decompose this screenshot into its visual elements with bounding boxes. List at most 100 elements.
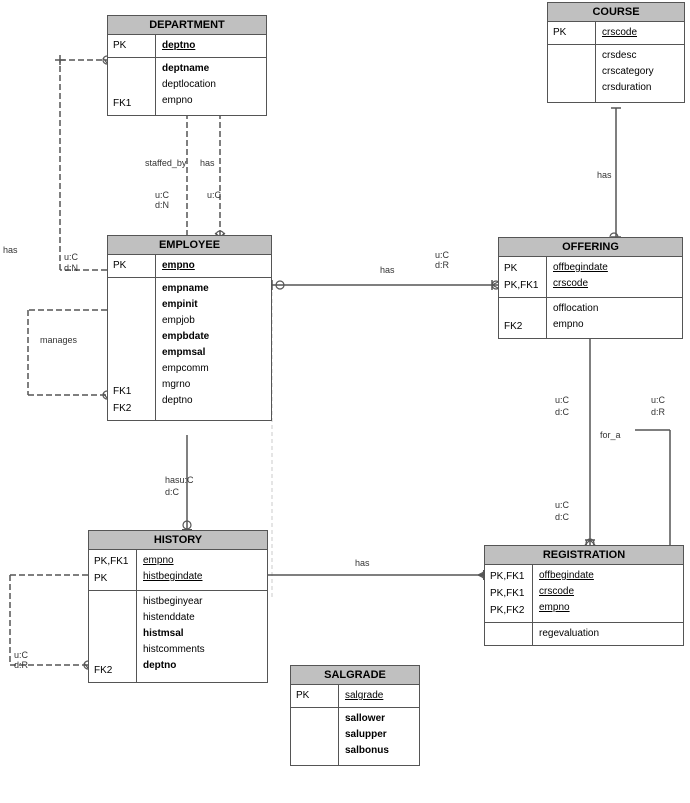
department-pk-attr: deptno bbox=[156, 35, 201, 57]
registration-title: REGISTRATION bbox=[485, 546, 683, 565]
uc-off-conn: u:C bbox=[435, 250, 449, 260]
employee-entity: EMPLOYEE PK empno FK1 FK2 empname empini… bbox=[107, 235, 272, 421]
offering-title: OFFERING bbox=[499, 238, 682, 257]
course-entity: COURSE PK crscode crsdesc crscategory cr… bbox=[547, 2, 685, 103]
salgrade-attrs: sallower salupper salbonus bbox=[339, 708, 395, 765]
reg-fk-labels bbox=[485, 623, 533, 645]
hist-attr-histmsal: histmsal bbox=[143, 626, 205, 642]
reg-attr-offbegindate: offbegindate bbox=[539, 568, 594, 584]
emp-attr-empname: empname bbox=[162, 281, 209, 297]
label-has-dept-emp: has bbox=[200, 158, 215, 168]
emp-attr-empmsal: empmsal bbox=[162, 345, 209, 361]
uc-dn-1: u:C bbox=[155, 190, 169, 200]
emp-attr-deptno: deptno bbox=[162, 393, 209, 409]
off-attr-offbegindate: offbegindate bbox=[553, 260, 608, 276]
sal-attr-salupper: salupper bbox=[345, 727, 389, 743]
hist-attr-histenddate: histenddate bbox=[143, 610, 205, 626]
salgrade-title: SALGRADE bbox=[291, 666, 419, 685]
registration-attrs: regevaluation bbox=[533, 623, 605, 645]
erd-diagram: staffed_by has has manages has has for_a… bbox=[0, 0, 690, 803]
salgrade-entity: SALGRADE PK salgrade sallower salupper s… bbox=[290, 665, 420, 766]
dc-for-1: d:C bbox=[555, 407, 569, 417]
reg-attr-regevaluation: regevaluation bbox=[539, 626, 599, 642]
department-pk-label: PK bbox=[108, 35, 156, 57]
hist-attr-empno: empno bbox=[143, 553, 203, 569]
uc-for-2: u:C bbox=[651, 395, 665, 405]
hist-attr-histcomments: histcomments bbox=[143, 642, 205, 658]
emp-pk-attr: empno bbox=[156, 255, 201, 277]
course-attr-crsduration: crsduration bbox=[602, 80, 654, 96]
sal-fk-labels bbox=[291, 708, 339, 765]
reg-attr-crscode: crscode bbox=[539, 584, 594, 600]
course-pk-attr: crscode bbox=[596, 22, 643, 44]
emp-fk-labels: FK1 FK2 bbox=[108, 278, 156, 420]
hist-pk-labels: PK,FK1 PK bbox=[89, 550, 137, 590]
dept-fk2-label bbox=[113, 78, 150, 95]
dr-off-conn: d:R bbox=[435, 260, 449, 270]
label-staffed-by: staffed_by bbox=[145, 158, 186, 168]
label-for-a: for_a bbox=[600, 430, 621, 440]
label-hasu: hasu:C bbox=[165, 475, 194, 485]
sal-pk-label: PK bbox=[291, 685, 339, 707]
off-attr-empno: empno bbox=[553, 317, 598, 333]
emp-attr-empbdate: empbdate bbox=[162, 329, 209, 345]
label-has-emp-off: has bbox=[380, 265, 395, 275]
history-attrs: histbeginyear histenddate histmsal histc… bbox=[137, 591, 211, 682]
course-attr-crscategory: crscategory bbox=[602, 64, 654, 80]
uc-dn-2: d:N bbox=[155, 200, 169, 210]
reg-pk-attrs: offbegindate crscode empno bbox=[533, 565, 600, 622]
label-has-left: has bbox=[3, 245, 18, 255]
label-has-hist-reg: has bbox=[355, 558, 370, 568]
reg-pk-labels: PK,FK1 PK,FK1 PK,FK2 bbox=[485, 565, 533, 622]
dept-fk3-label: FK1 bbox=[113, 95, 150, 112]
emp-attr-empcomm: empcomm bbox=[162, 361, 209, 377]
off-pk-attrs: offbegindate crscode bbox=[547, 257, 614, 297]
label-hasd: d:C bbox=[165, 487, 179, 497]
department-entity: DEPARTMENT PK deptno FK1 deptname deptlo… bbox=[107, 15, 267, 116]
hist-attr-histbegindate: histbegindate bbox=[143, 569, 203, 585]
dept-attr-deptname: deptname bbox=[162, 61, 216, 77]
reg-attr-empno: empno bbox=[539, 600, 594, 616]
department-attrs: deptname deptlocation empno bbox=[156, 58, 222, 115]
label-has-course-off: has bbox=[597, 170, 612, 180]
hist-fk-labels: FK2 bbox=[89, 591, 137, 682]
uc-off-1: u:C bbox=[207, 190, 221, 200]
dept-attr-empno: empno bbox=[162, 93, 216, 109]
dept-attr-deptlocation: deptlocation bbox=[162, 77, 216, 93]
course-attrs: crsdesc crscategory crsduration bbox=[596, 45, 660, 102]
uc-hist-left: u:C bbox=[14, 650, 28, 660]
label-manages: manages bbox=[40, 335, 77, 345]
sal-pk-attr: salgrade bbox=[339, 685, 389, 707]
department-fk-labels: FK1 bbox=[108, 58, 156, 115]
off-pk-labels: PK PK,FK1 bbox=[499, 257, 547, 297]
dr-for-2: d:R bbox=[651, 407, 665, 417]
employee-attrs: empname empinit empjob empbdate empmsal … bbox=[156, 278, 215, 420]
course-attr-crsdesc: crsdesc bbox=[602, 48, 654, 64]
course-pk-label: PK bbox=[548, 22, 596, 44]
dn-emp-1: d:N bbox=[64, 263, 78, 273]
off-attr-crscode: crscode bbox=[553, 276, 608, 292]
employee-title: EMPLOYEE bbox=[108, 236, 271, 255]
off-attr-offlocation: offlocation bbox=[553, 301, 598, 317]
hist-pk-attrs: empno histbegindate bbox=[137, 550, 209, 590]
hist-attr-deptno: deptno bbox=[143, 658, 205, 674]
offering-entity: OFFERING PK PK,FK1 offbegindate crscode … bbox=[498, 237, 683, 339]
dc-reg-1: d:C bbox=[555, 512, 569, 522]
history-title: HISTORY bbox=[89, 531, 267, 550]
registration-entity: REGISTRATION PK,FK1 PK,FK1 PK,FK2 offbeg… bbox=[484, 545, 684, 646]
uc-reg-1: u:C bbox=[555, 500, 569, 510]
offering-attrs: offlocation empno bbox=[547, 298, 604, 338]
history-entity: HISTORY PK,FK1 PK empno histbegindate FK… bbox=[88, 530, 268, 683]
emp-attr-mgrno: mgrno bbox=[162, 377, 209, 393]
sal-attr-sallower: sallower bbox=[345, 711, 389, 727]
uc-for-1: u:C bbox=[555, 395, 569, 405]
uc-emp-1: u:C bbox=[64, 252, 78, 262]
dr-hist-left: d:R bbox=[14, 660, 28, 670]
dept-fk1-label bbox=[113, 61, 150, 78]
emp-attr-empinit: empinit bbox=[162, 297, 209, 313]
hist-attr-histbeginyear: histbeginyear bbox=[143, 594, 205, 610]
emp-pk-label: PK bbox=[108, 255, 156, 277]
off-fk-labels: FK2 bbox=[499, 298, 547, 338]
sal-attr-salbonus: salbonus bbox=[345, 743, 389, 759]
emp-attr-empjob: empjob bbox=[162, 313, 209, 329]
